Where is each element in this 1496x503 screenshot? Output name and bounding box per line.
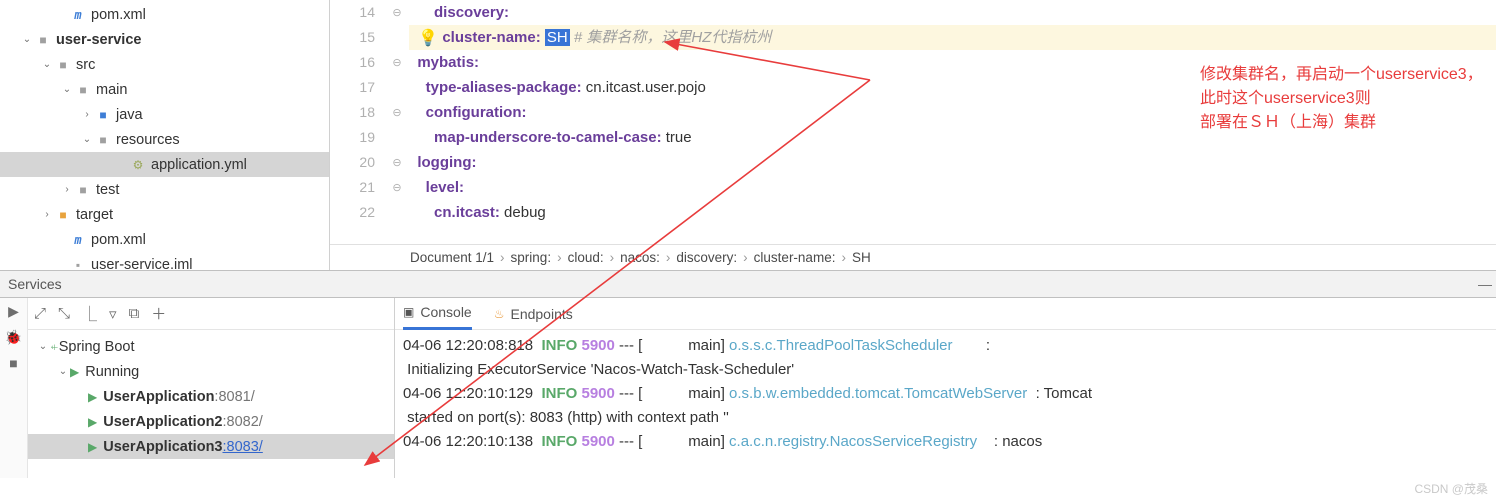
breadcrumb-part[interactable]: nacos: bbox=[620, 250, 660, 265]
run-icon[interactable]: ▶ bbox=[0, 298, 27, 324]
line-gutter: 141516171819202122 bbox=[330, 0, 385, 244]
file-icon: ■ bbox=[54, 206, 72, 224]
endpoints-icon: ♨ bbox=[494, 307, 505, 321]
chevron-icon[interactable]: ⌄ bbox=[60, 84, 74, 95]
breadcrumb-part[interactable]: discovery: bbox=[676, 250, 737, 265]
chevron-icon[interactable]: ⌄ bbox=[80, 134, 94, 145]
tree-item[interactable]: ⌄■user-service bbox=[0, 27, 329, 52]
chevron-icon[interactable]: › bbox=[40, 209, 54, 220]
play-icon: ▶ bbox=[88, 390, 97, 404]
tree-label: test bbox=[96, 182, 119, 198]
fold-column[interactable]: ⊖⊖⊖⊖⊖ bbox=[385, 0, 409, 244]
breadcrumb-part[interactable]: SH bbox=[852, 250, 871, 265]
tree-item[interactable]: ⌄■main bbox=[0, 77, 329, 102]
tree-label: java bbox=[116, 107, 143, 123]
add-icon[interactable]: ＋ bbox=[151, 303, 166, 324]
tree-item[interactable]: ⌄■src bbox=[0, 52, 329, 77]
expand-icon[interactable]: ⤢ bbox=[34, 305, 46, 322]
console-tabs[interactable]: ▣Console ♨Endpoints bbox=[395, 298, 1496, 330]
tree-item[interactable]: ›■target bbox=[0, 202, 329, 227]
breadcrumb-part[interactable]: cluster-name: bbox=[754, 250, 836, 265]
breadcrumb-doc: Document 1/1 bbox=[410, 250, 494, 265]
tree-label: pom.xml bbox=[91, 232, 146, 248]
watermark: CSDN @茂桑 bbox=[1414, 480, 1488, 497]
breadcrumb-part[interactable]: cloud: bbox=[568, 250, 604, 265]
chevron-icon[interactable]: ⌄ bbox=[40, 59, 54, 70]
intention-bulb-icon[interactable]: 💡 bbox=[418, 28, 438, 48]
services-group[interactable]: ⌄ ▶Running bbox=[28, 359, 394, 384]
port-link[interactable]: :8081/ bbox=[214, 389, 254, 405]
layout-icon[interactable]: ⧉ bbox=[129, 305, 140, 322]
collapse-icon[interactable]: ⤡ bbox=[58, 305, 70, 322]
breadcrumb-part[interactable]: spring: bbox=[511, 250, 552, 265]
console-panel[interactable]: ▣Console ♨Endpoints 04-06 12:20:08:818 I… bbox=[395, 298, 1496, 478]
services-root[interactable]: ⌄ ⍅ Spring Boot bbox=[28, 334, 394, 359]
run-config-item[interactable]: ▶UserApplication :8081/ bbox=[28, 384, 394, 409]
services-panel[interactable]: ▶ 🐞 ■ ⤢ ⤡ ⎿ ▿ ⧉ ＋ ⌄ ⍅ Spring Boot ⌄ ▶Run… bbox=[0, 298, 395, 478]
file-icon: ■ bbox=[94, 106, 112, 124]
tree-label: pom.xml bbox=[91, 7, 146, 23]
tree-item[interactable]: ⚙application.yml bbox=[0, 152, 329, 177]
port-link[interactable]: :8082/ bbox=[222, 414, 262, 430]
services-toolbar[interactable]: ⤢ ⤡ ⎿ ▿ ⧉ ＋ bbox=[28, 298, 394, 330]
port-link[interactable]: :8083/ bbox=[222, 439, 262, 455]
tab-console[interactable]: ▣Console bbox=[403, 298, 472, 330]
run-config-item[interactable]: ▶UserApplication3 :8083/ bbox=[28, 434, 394, 459]
debug-icon[interactable]: 🐞 bbox=[0, 324, 27, 350]
stop-icon[interactable]: ■ bbox=[0, 350, 27, 376]
tree-item[interactable]: ⌄■resources bbox=[0, 127, 329, 152]
annotation-text: 修改集群名，再启动一个userservice3，此时这个userservice3… bbox=[1200, 63, 1496, 135]
file-icon: ■ bbox=[34, 31, 52, 49]
play-icon: ▶ bbox=[88, 415, 97, 429]
chevron-icon[interactable]: › bbox=[60, 184, 74, 195]
tree-label: user-service.iml bbox=[91, 257, 193, 271]
tree-label: main bbox=[96, 82, 127, 98]
tree-label: user-service bbox=[56, 32, 141, 48]
minimize-icon[interactable]: — bbox=[1474, 276, 1496, 292]
tree-item[interactable]: ›■java bbox=[0, 102, 329, 127]
file-icon: m bbox=[69, 6, 87, 24]
tab-endpoints[interactable]: ♨Endpoints bbox=[494, 306, 573, 322]
file-icon: ▪ bbox=[69, 256, 87, 271]
services-title: Services bbox=[8, 276, 62, 292]
breadcrumb[interactable]: Document 1/1 › spring: › cloud: › nacos:… bbox=[330, 244, 1496, 270]
play-icon: ▶ bbox=[88, 440, 97, 454]
tree-item[interactable]: ›■test bbox=[0, 177, 329, 202]
tree-item[interactable]: mpom.xml bbox=[0, 2, 329, 27]
file-icon: m bbox=[69, 231, 87, 249]
tree-item[interactable]: ▪ user-service.iml bbox=[0, 252, 329, 270]
tree-label: src bbox=[76, 57, 95, 73]
services-titlebar[interactable]: Services — bbox=[0, 270, 1496, 298]
project-tree[interactable]: mpom.xml⌄■user-service⌄■src⌄■main›■java⌄… bbox=[0, 0, 330, 270]
tree-item[interactable]: mpom.xml bbox=[0, 227, 329, 252]
services-side-toolbar[interactable]: ▶ 🐞 ■ bbox=[0, 298, 28, 478]
file-icon: ■ bbox=[74, 81, 92, 99]
tree-label: resources bbox=[116, 132, 180, 148]
tree-label: target bbox=[76, 207, 113, 223]
filter-icon[interactable]: ▿ bbox=[109, 305, 117, 323]
file-icon: ■ bbox=[74, 181, 92, 199]
tree-label: application.yml bbox=[151, 157, 247, 173]
code-editor[interactable]: 141516171819202122 ⊖⊖⊖⊖⊖ discovery: clus… bbox=[330, 0, 1496, 270]
console-output[interactable]: 04-06 12:20:08:818 INFO 5900 --- [ main]… bbox=[395, 330, 1496, 478]
run-config-item[interactable]: ▶UserApplication2 :8082/ bbox=[28, 409, 394, 434]
file-icon: ■ bbox=[94, 131, 112, 149]
chevron-icon[interactable]: › bbox=[80, 109, 94, 120]
file-icon: ■ bbox=[54, 56, 72, 74]
chevron-icon[interactable]: ⌄ bbox=[20, 34, 34, 45]
file-icon: ⚙ bbox=[129, 156, 147, 174]
group-icon[interactable]: ⎿ bbox=[82, 303, 97, 324]
console-icon: ▣ bbox=[403, 305, 414, 319]
